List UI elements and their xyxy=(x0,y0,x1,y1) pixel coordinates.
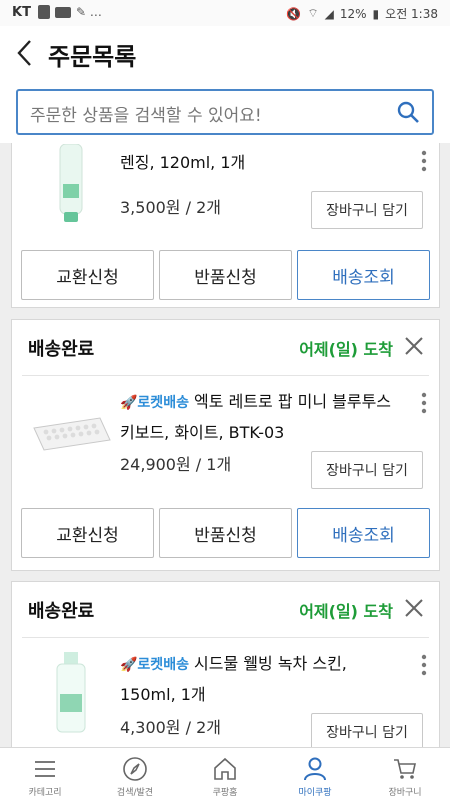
clock: 오전 1:38 xyxy=(385,7,438,21)
battery-level: 12% xyxy=(339,6,367,21)
battery-icon: ▮ xyxy=(372,6,380,21)
tab-cart[interactable]: 장바구니 xyxy=(360,748,450,800)
product-price: 3,500원 / 2개 xyxy=(120,198,221,217)
track-delivery-button[interactable]: 배송조회 xyxy=(297,508,430,558)
tab-my-coupang[interactable]: 마이쿠팡 xyxy=(270,748,360,800)
home-icon xyxy=(214,757,236,780)
order-card: 배송완료 어제(일) 도착 🚀로켓배송 시드물 웰빙 녹차 스킨, 150ml,… xyxy=(11,581,440,747)
app-header: 주문목록 xyxy=(0,26,450,80)
search-icon[interactable] xyxy=(396,100,420,124)
status-bar: KT ✎ … 🔇 ⌔ ◢ 12% ▮ 오전 1:38 xyxy=(0,0,450,26)
bottom-tab-bar: 카테고리 검색/발견 쿠팡홈 마이쿠팡 장바구니 xyxy=(0,747,450,800)
product-image-toner-bottle[interactable] xyxy=(30,652,112,734)
order-card-header: 배송완료 어제(일) 도착 xyxy=(12,320,439,375)
order-action-buttons: 교환신청 반품신청 배송조회 xyxy=(21,250,430,300)
divider xyxy=(22,375,429,376)
tab-home[interactable]: 쿠팡홈 xyxy=(180,748,270,800)
product-name[interactable]: 🚀로켓배송 엑토 레트로 팝 미니 블루투스 키보드, 화이트, BTK-03 xyxy=(120,387,400,448)
order-search-input[interactable]: 주문한 상품을 검색할 수 있어요! xyxy=(16,89,434,135)
carrier-label: KT xyxy=(12,5,31,20)
person-icon xyxy=(304,757,326,781)
message-icon xyxy=(55,6,71,18)
back-arrow-icon[interactable] xyxy=(14,38,36,68)
tab-label: 마이쿠팡 xyxy=(298,788,332,798)
close-icon[interactable] xyxy=(403,597,425,619)
compass-icon xyxy=(123,757,147,781)
track-delivery-button[interactable]: 배송조회 xyxy=(297,250,430,300)
arrival-date: 어제(일) 도착 xyxy=(299,602,393,621)
edit-icon: ✎ … xyxy=(76,5,102,19)
product-image-cleansing-foam[interactable] xyxy=(30,144,112,226)
return-request-button[interactable]: 반품신청 xyxy=(159,250,292,300)
product-image-keyboard[interactable] xyxy=(30,392,112,474)
search-placeholder: 주문한 상품을 검색할 수 있어요! xyxy=(30,106,262,126)
more-options-icon[interactable] xyxy=(421,654,427,676)
close-icon[interactable] xyxy=(403,335,425,357)
tab-label: 카테고리 xyxy=(28,788,62,798)
tab-category[interactable]: 카테고리 xyxy=(0,748,90,800)
exchange-request-button[interactable]: 교환신청 xyxy=(21,508,154,558)
product-name[interactable]: 🚀로켓배송 시드물 웰빙 녹차 스킨, 150ml, 1개 xyxy=(120,649,400,710)
sim-icon xyxy=(38,5,50,19)
mute-icon: 🔇 xyxy=(286,6,302,21)
tab-label: 검색/발견 xyxy=(116,788,154,798)
notification-icons: ✎ … xyxy=(38,5,102,19)
order-card: 렌징, 120ml, 1개 3,500원 / 2개 장바구니 담기 교환신청 반… xyxy=(11,143,440,308)
tab-label: 쿠팡홈 xyxy=(212,788,238,798)
product-price: 24,900원 / 1개 xyxy=(120,455,232,474)
add-to-cart-button[interactable]: 장바구니 담기 xyxy=(311,713,423,747)
system-indicators: 🔇 ⌔ ◢ 12% ▮ 오전 1:38 xyxy=(286,5,438,22)
order-card: 배송완료 어제(일) 도착 🚀로켓배송 엑토 레트로 팝 미니 블루투스 키보드… xyxy=(11,319,440,571)
rocket-delivery-badge: 🚀로켓배송 xyxy=(120,657,189,673)
add-to-cart-button[interactable]: 장바구니 담기 xyxy=(311,191,423,229)
signal-icon: ◢ xyxy=(324,6,334,21)
menu-icon xyxy=(35,761,55,777)
wifi-icon: ⌔ xyxy=(307,6,319,20)
product-name[interactable]: 렌징, 120ml, 1개 xyxy=(120,148,400,178)
arrival-date: 어제(일) 도착 xyxy=(299,340,393,359)
order-action-buttons: 교환신청 반품신청 배송조회 xyxy=(21,508,430,558)
order-list[interactable]: 렌징, 120ml, 1개 3,500원 / 2개 장바구니 담기 교환신청 반… xyxy=(0,143,450,747)
tab-label: 장바구니 xyxy=(388,788,422,798)
more-options-icon[interactable] xyxy=(421,150,427,172)
exchange-request-button[interactable]: 교환신청 xyxy=(21,250,154,300)
return-request-button[interactable]: 반품신청 xyxy=(159,508,292,558)
add-to-cart-button[interactable]: 장바구니 담기 xyxy=(311,451,423,489)
cart-icon xyxy=(394,759,416,779)
more-options-icon[interactable] xyxy=(421,392,427,414)
tab-discover[interactable]: 검색/발견 xyxy=(90,748,180,800)
divider xyxy=(22,637,429,638)
delivery-status: 배송완료 xyxy=(28,339,95,360)
order-card-header: 배송완료 어제(일) 도착 xyxy=(12,582,439,637)
rocket-delivery-badge: 🚀로켓배송 xyxy=(120,395,189,411)
delivery-status: 배송완료 xyxy=(28,601,95,622)
page-title: 주문목록 xyxy=(48,43,137,71)
product-price: 4,300원 / 2개 xyxy=(120,718,221,737)
